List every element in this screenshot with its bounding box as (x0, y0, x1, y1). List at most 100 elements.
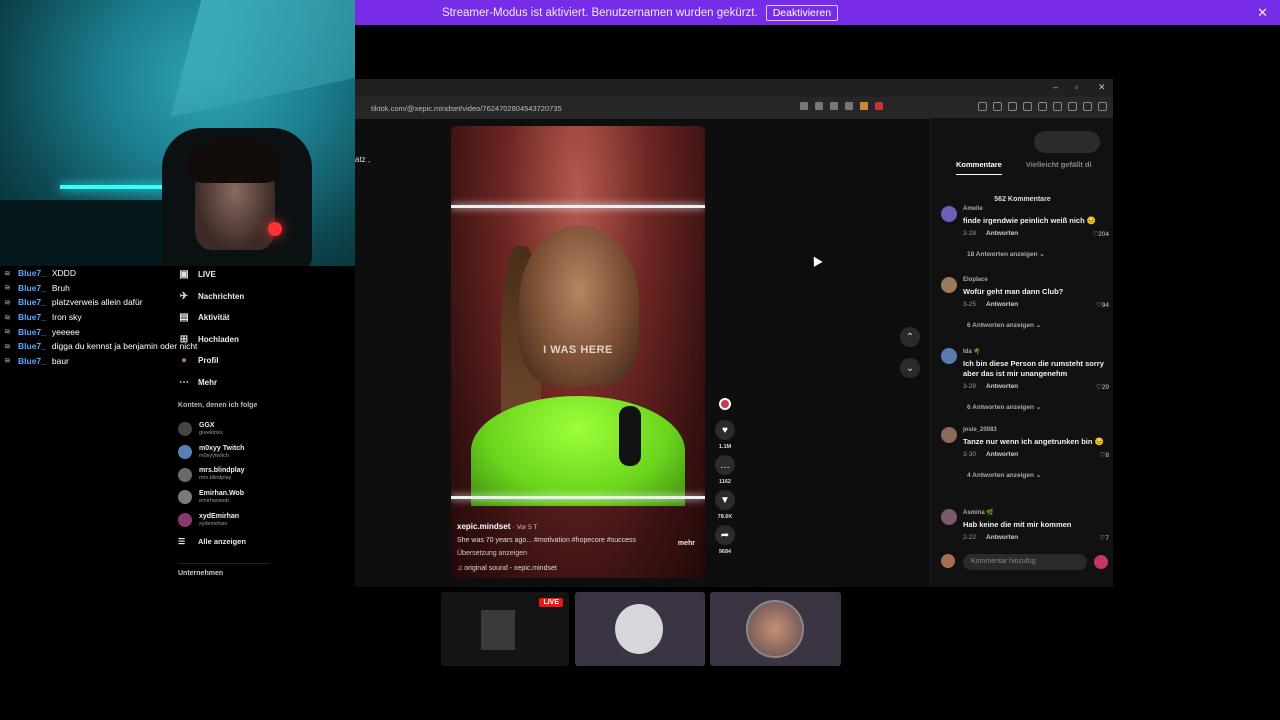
comment-user[interactable]: josie_20083 (963, 427, 1109, 433)
like-action[interactable]: ♥ 1.1M (713, 420, 737, 450)
show-replies-button[interactable]: 6 Antworten anzeigen ⌄ (967, 403, 1109, 411)
toolbar-icon[interactable] (1023, 102, 1032, 111)
chevron-up-icon[interactable]: ⌃ (900, 327, 920, 347)
following-item[interactable]: xydEmirhan xydemirhan (178, 509, 288, 532)
tab-you-may-like[interactable]: Vielleicht gefällt di (1026, 160, 1092, 175)
share-action[interactable]: ➦ 9684 (713, 525, 737, 555)
send-button[interactable] (1094, 555, 1108, 569)
tab-comments[interactable]: Kommentare (956, 160, 1002, 175)
comment-user[interactable]: Asmina 🌿 (963, 509, 1109, 516)
stream-thumbnail[interactable]: LIVE (441, 592, 569, 666)
like-count[interactable]: ♡204 (1092, 230, 1109, 238)
comment-user[interactable]: Amelie (963, 206, 1109, 212)
comment-text: Wofür geht man dann Club? (963, 287, 1064, 296)
show-replies-button[interactable]: 18 Antworten anzeigen ⌄ (967, 250, 1109, 258)
reply-button[interactable]: Antworten (986, 534, 1018, 542)
share-count: 9684 (718, 549, 732, 555)
share-icon[interactable]: ➦ (715, 525, 735, 545)
stream-thumbnail[interactable] (710, 592, 841, 666)
sidebar-item-label: Nachrichten (198, 291, 245, 301)
comment-input-row: Kommentar hinzufüg (941, 554, 1108, 570)
extension-icon[interactable] (815, 102, 823, 110)
creator-row: xepic.mindset · Vor 5 T (457, 522, 699, 531)
address-bar[interactable]: tiktok.com/@xepic.mindset/video/76247028… (355, 97, 1113, 119)
chat-message: ≋ Blue7_ Iron sky (4, 310, 204, 325)
creator-avatar[interactable] (719, 398, 731, 410)
bookmark-icon[interactable]: ▼ (715, 490, 735, 510)
avatar[interactable] (941, 348, 957, 364)
like-count[interactable]: ♡7 (1100, 534, 1109, 542)
extension-icon[interactable] (845, 102, 853, 110)
bookmark-action[interactable]: ▼ 78.6K (713, 490, 737, 520)
close-icon[interactable]: ✕ (1257, 5, 1268, 21)
following-item[interactable]: m0xyy Twitch m0xyytwitch (178, 441, 288, 464)
menu-icon[interactable] (1098, 102, 1107, 111)
toolbar-icon[interactable] (993, 102, 1002, 111)
sidebar-item-label: Mehr (198, 377, 218, 387)
comment-count: 1162 (719, 479, 731, 485)
chevron-down-icon[interactable]: ⌄ (900, 358, 920, 378)
comment-user[interactable]: Eloplace (963, 277, 1109, 283)
url-text[interactable]: tiktok.com/@xepic.mindset/video/76247028… (371, 104, 562, 113)
extension-icon[interactable] (875, 102, 883, 110)
chat-text: platzverweis allein dafür (51, 297, 143, 308)
sidebar-item-more[interactable]: ⋯ Mehr (178, 372, 288, 394)
toolbar-icon[interactable] (1053, 102, 1062, 111)
reply-button[interactable]: Antworten (986, 451, 1018, 459)
show-replies-button[interactable]: 6 Antworten anzeigen ⌄ (967, 321, 1109, 329)
avatar[interactable] (941, 277, 957, 293)
video-player[interactable]: I WAS HERE xepic.mindset · Vor 5 T She w… (451, 126, 705, 578)
sound-name[interactable]: original sound - xepic.mindset (464, 565, 557, 572)
more-link[interactable]: mehr (678, 540, 695, 547)
translation-link[interactable]: Übersetzung anzeigen (457, 550, 699, 557)
extension-icon[interactable] (830, 102, 838, 110)
comment-action[interactable]: … 1162 (713, 455, 737, 485)
toolbar-icon[interactable] (1038, 102, 1047, 111)
window-close-icon[interactable]: ✕ (1098, 82, 1106, 93)
comment-user[interactable]: Ida 🌴 (963, 348, 1109, 355)
show-all-link[interactable]: ☰ Alle anzeigen (178, 533, 288, 549)
toolbar-icon[interactable] (1008, 102, 1017, 111)
chat-text: Bruh (51, 282, 70, 293)
stream-thumbnail[interactable] (575, 592, 705, 666)
avatar[interactable] (941, 206, 957, 222)
following-item[interactable]: mrs.blindplay mrs.blindplay (178, 463, 288, 486)
comment-meta: 2-22 Antworten ♡7 (963, 534, 1109, 542)
extension-icon[interactable] (860, 102, 868, 110)
toolbar-icon[interactable] (1068, 102, 1077, 111)
company-heading[interactable]: Unternehmen (178, 563, 270, 577)
chat-message: ≋ Blue7_ yeeeee (4, 324, 204, 339)
comment-text: Hab keine die mit mir kommen (963, 520, 1072, 529)
avatar[interactable] (941, 427, 957, 443)
sound-link[interactable]: ♫ original sound - xepic.mindset (457, 565, 699, 572)
extension-icon[interactable] (800, 102, 808, 110)
avatar[interactable] (941, 509, 957, 525)
comment-icon[interactable]: … (715, 455, 735, 475)
show-replies-button[interactable]: 4 Antworten anzeigen ⌄ (967, 471, 1109, 479)
toolbar-icon[interactable] (1083, 102, 1092, 111)
reply-button[interactable]: Antworten (986, 301, 1018, 309)
comment-item: josie_20083 Tanze nur wenn ich angetrunk… (941, 427, 1109, 479)
title-bar: – ▫ ✕ (355, 79, 1113, 97)
video-overlay-text: I WAS HERE (543, 344, 613, 356)
like-count[interactable]: ♡29 (1096, 383, 1109, 391)
avatar (178, 422, 192, 437)
following-item[interactable]: GGX greektokx (178, 418, 288, 441)
top-actions-pill[interactable] (1034, 131, 1100, 153)
maximize-icon[interactable]: ▫ (1075, 82, 1078, 92)
reply-button[interactable]: Antworten (986, 383, 1018, 391)
like-count[interactable]: ♡94 (1096, 301, 1109, 309)
reply-button[interactable]: Antworten (986, 230, 1018, 238)
comment-item: Asmina 🌿 Hab keine die mit mir kommen 2-… (941, 509, 1109, 542)
toolbar-icon[interactable] (978, 102, 987, 111)
comment-item: Eloplace Wofür geht man dann Club? 3-25 … (941, 277, 1109, 329)
minimize-icon[interactable]: – (1053, 82, 1058, 92)
following-item[interactable]: Emirhan.Wob emirhanwob (178, 486, 288, 509)
banner-text: Streamer-Modus ist aktiviert. Benutzerna… (441, 6, 758, 19)
comment-input[interactable]: Kommentar hinzufüg (963, 554, 1087, 570)
deactivate-button[interactable]: Deaktivieren (765, 4, 839, 21)
heart-icon[interactable]: ♥ (715, 420, 735, 440)
video-figure-dress (471, 396, 685, 506)
like-count[interactable]: ♡8 (1100, 451, 1109, 459)
creator-name[interactable]: xepic.mindset (457, 522, 510, 531)
